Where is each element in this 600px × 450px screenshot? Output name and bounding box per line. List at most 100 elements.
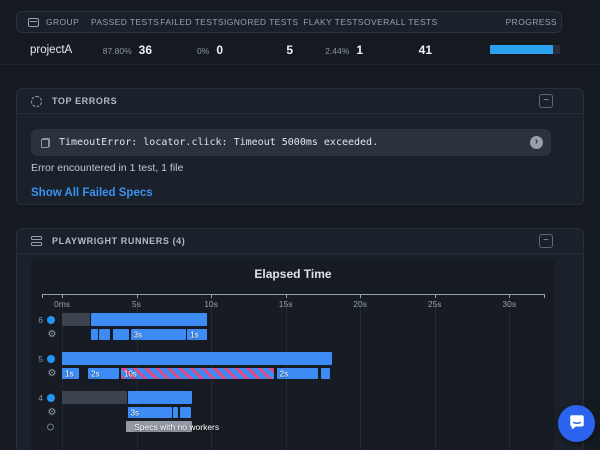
gantt-bar-spec[interactable]: 1s <box>187 329 207 340</box>
gantt-bar-spec[interactable] <box>90 329 98 340</box>
tick-label: 20s <box>353 299 367 309</box>
gantt-bar-flaky[interactable]: 10s <box>120 368 274 379</box>
column-header-progress: PROGRESS <box>505 17 557 27</box>
tick-mark <box>136 294 138 298</box>
errors-icon <box>31 95 42 107</box>
tick-mark <box>62 294 63 298</box>
passed-count: 36 <box>138 42 152 57</box>
runners-stack-icon <box>31 236 42 246</box>
gantt-bar-spec[interactable] <box>99 329 110 340</box>
runner-group-4: 4 ⚙ 3s Specs with no workers <box>38 391 545 432</box>
tick-label: 0ms <box>53 299 71 309</box>
runner-track: 6 <box>38 313 545 326</box>
gantt-bar-spec[interactable]: 2s <box>88 368 119 379</box>
gantt-bar-setup[interactable] <box>62 391 127 404</box>
tick-label: 5s <box>132 299 142 309</box>
gantt-bar-spec[interactable] <box>179 407 191 418</box>
project-row[interactable]: projectA 87.80% 36 0% 0 5 2.44% 1 41 <box>16 34 584 65</box>
bar-label: Specs with no workers <box>134 421 220 432</box>
gantt-plot: 0ms 5s 10s 15s 20s 25s 30s 6 ⚙ 3s 1s 5 ⚙ 1s 2s 10s 2s 4 ⚙… <box>38 294 545 450</box>
tick-label: 15s <box>278 299 293 309</box>
tick-mark <box>360 294 362 298</box>
gantt-bar-spec[interactable] <box>112 329 130 340</box>
tick-mark <box>434 294 436 298</box>
table-divider <box>0 64 600 65</box>
tick-mark <box>285 294 287 298</box>
gantt-axis-line <box>42 294 545 298</box>
progress-bar <box>490 45 560 54</box>
runner-track: ⚙ 3s 1s <box>48 329 545 340</box>
top-errors-header: TOP ERRORS − <box>17 89 583 114</box>
gantt-bar-run[interactable] <box>127 391 192 404</box>
column-header-failed: FAILED TESTS <box>160 17 224 27</box>
gantt-bar-spec[interactable] <box>173 407 178 418</box>
runner-track: 5 <box>38 352 545 365</box>
tick-mark <box>509 294 511 298</box>
runner-id: 6 <box>38 314 43 325</box>
track-icon-cell: 5 <box>34 354 60 364</box>
tick-mark <box>211 294 213 298</box>
worker-icon <box>47 354 55 363</box>
failed-cell: 0% 0 <box>152 41 223 59</box>
failed-count: 0 <box>216 42 223 57</box>
column-header-group: GROUP <box>46 17 80 27</box>
gantt-bar-run[interactable] <box>90 313 208 326</box>
top-errors-title: TOP ERRORS <box>52 96 118 106</box>
group-icon <box>28 17 39 27</box>
tick-label: 10s <box>204 299 218 309</box>
overall-count: 41 <box>418 42 432 57</box>
chevron-right-icon[interactable]: › <box>530 136 543 149</box>
progress-cell <box>432 45 560 54</box>
gantt-rows: 6 ⚙ 3s 1s 5 ⚙ 1s 2s 10s 2s 4 ⚙ 3s Specs with no worke… <box>38 313 545 444</box>
bar-label: 10s <box>123 369 137 378</box>
summary-table: GROUP PASSED TESTS FAILED TESTS IGNORED … <box>16 11 584 65</box>
overall-cell: 41 <box>363 41 432 59</box>
gantt-bar-setup[interactable] <box>62 313 91 326</box>
gear-icon: ⚙ <box>47 328 57 340</box>
track-icon-cell <box>34 423 60 430</box>
failed-percent: 0% <box>197 45 210 56</box>
runner-track: ⚙ 1s 2s 10s 2s <box>48 368 545 379</box>
chart-title: Elapsed Time <box>254 267 332 281</box>
runner-group-5: 5 ⚙ 1s 2s 10s 2s <box>38 352 545 379</box>
gantt-bar-spec[interactable]: 2s <box>276 368 319 379</box>
runners-header: PLAYWRIGHT RUNNERS (4) − <box>17 229 583 254</box>
runner-track: 4 <box>38 391 545 404</box>
bar-label: 2s <box>279 369 289 378</box>
collapse-runners-button[interactable]: − <box>539 234 553 248</box>
track-icon-cell: ⚙ <box>34 407 60 418</box>
tick-label: 30s <box>502 299 517 309</box>
top-errors-panel: TOP ERRORS − TimeoutError: locator.click… <box>16 88 584 205</box>
error-caption: Error encountered in 1 test, 1 file <box>31 162 184 174</box>
playwright-runners-panel: PLAYWRIGHT RUNNERS (4) − Elapsed Time 0m… <box>16 228 584 450</box>
dashboard-page: GROUP PASSED TESTS FAILED TESTS IGNORED … <box>0 0 600 450</box>
bar-label: 2s <box>91 369 100 378</box>
copy-icon[interactable] <box>41 137 50 148</box>
show-all-failed-specs-link[interactable]: Show All Failed Specs <box>31 187 153 199</box>
tick-label: 25s <box>427 299 442 309</box>
runner-group-6: 6 ⚙ 3s 1s <box>38 313 545 340</box>
collapse-top-errors-button[interactable]: − <box>539 94 553 108</box>
gantt-bar-spec[interactable] <box>321 368 331 379</box>
column-header-overall: OVERALL TESTS <box>364 17 438 27</box>
project-name[interactable]: projectA <box>30 44 90 56</box>
gantt-bar-no_workers[interactable]: Specs with no workers <box>126 421 219 432</box>
runner-id: 4 <box>38 392 43 403</box>
summary-table-header: GROUP PASSED TESTS FAILED TESTS IGNORED … <box>16 11 562 33</box>
error-message: TimeoutError: locator.click: Timeout 500… <box>59 137 379 148</box>
error-row[interactable]: TimeoutError: locator.click: Timeout 500… <box>31 129 551 156</box>
gantt-bar-run[interactable] <box>62 352 332 365</box>
flaky-percent: 2.44% <box>325 45 350 56</box>
elapsed-time-chart: Elapsed Time 0ms 5s 10s 15s 20s 25s 30s 6 ⚙ 3s 1s… <box>31 259 555 450</box>
bar-label: 1s <box>190 330 199 339</box>
runner-track: ⚙ 3s <box>48 407 545 418</box>
chat-launcher-button[interactable] <box>558 405 595 442</box>
ignored-cell: 5 <box>223 41 293 59</box>
gantt-bar-spec[interactable]: 1s <box>62 368 80 379</box>
gantt-bar-spec[interactable]: 3s <box>130 329 186 340</box>
chat-bubble-icon <box>568 413 586 434</box>
runner-id: 5 <box>38 353 43 364</box>
gantt-bar-spec[interactable]: 3s <box>127 407 173 418</box>
idle-icon <box>47 423 54 430</box>
bar-label: 1s <box>65 369 74 378</box>
